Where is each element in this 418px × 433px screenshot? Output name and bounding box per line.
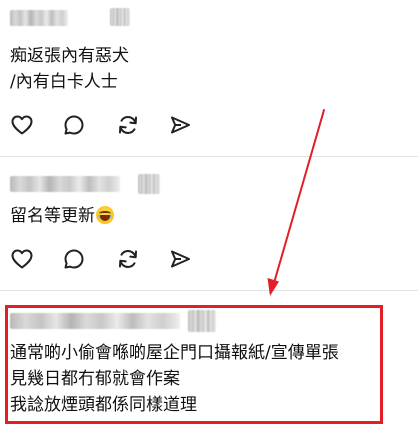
send-icon[interactable]: [168, 247, 192, 271]
blurred-username: [10, 313, 180, 329]
blurred-username-extra: [138, 174, 160, 194]
rolling-on-floor-laughing-emoji: [96, 206, 114, 224]
send-icon[interactable]: [168, 113, 192, 137]
heart-icon[interactable]: [10, 247, 34, 271]
post-text-line: 我諗放煙頭都係同樣道理: [10, 395, 197, 415]
heart-icon[interactable]: [10, 113, 34, 137]
post-actions: [10, 113, 210, 137]
post-1: 痴返張內有惡犬 /內有白卡人士: [0, 0, 418, 156]
post-text-line: 痴返張內有惡犬: [10, 46, 129, 66]
speech-bubble-icon[interactable]: [62, 113, 86, 137]
post-text-line: 留名等更新: [10, 205, 114, 227]
post-text-line: 通常啲小偷會喺啲屋企門口攝報紙/宣傳單張: [10, 343, 339, 363]
blurred-username: [10, 176, 120, 192]
post-text: 留名等更新: [10, 206, 95, 226]
blurred-username-extra: [110, 8, 130, 26]
post-text-line: /內有白卡人士: [10, 72, 118, 92]
repost-icon[interactable]: [116, 247, 140, 271]
blurred-username-extra: [188, 310, 216, 332]
blurred-username: [10, 10, 68, 26]
repost-icon[interactable]: [116, 113, 140, 137]
post-text-line: 見幾日都冇郁就會作案: [10, 369, 180, 389]
post-actions: [10, 247, 210, 271]
speech-bubble-icon[interactable]: [62, 247, 86, 271]
